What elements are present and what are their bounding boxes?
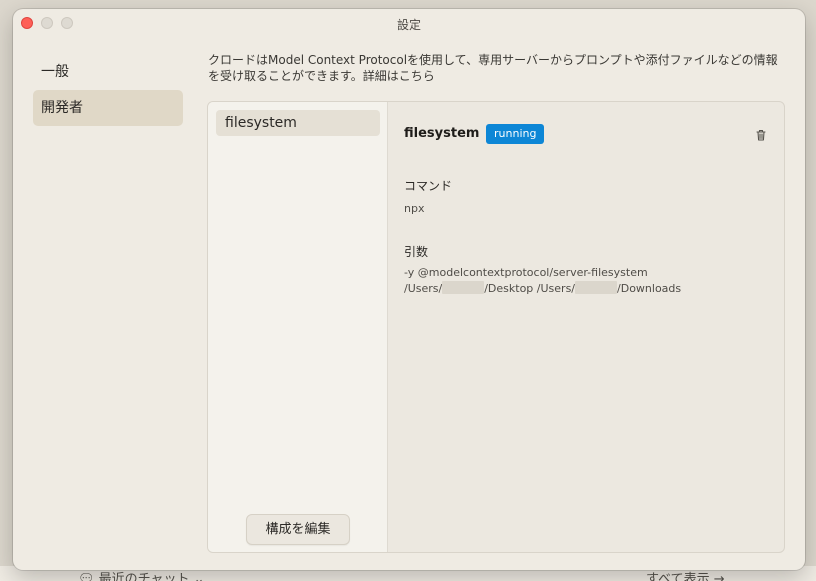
args-segment-3: /Downloads [617, 282, 682, 295]
mcp-servers-panel: filesystem 構成を編集 filesystem running コマンド… [207, 101, 785, 553]
window-title: 設定 [396, 18, 421, 32]
title-bar: 設定 [13, 9, 805, 37]
args-label: 引数 [404, 245, 429, 259]
command-value: npx [404, 202, 425, 215]
trash-icon[interactable] [754, 127, 768, 141]
args-value: -y @modelcontextprotocol/server-filesyst… [404, 265, 774, 297]
args-segment-1: /Users/ [404, 282, 443, 295]
args-line-1: -y @modelcontextprotocol/server-filesyst… [404, 266, 648, 279]
mcp-description: クロードはModel Context Protocolを使用して、専用サーバーか… [208, 53, 778, 83]
server-name: filesystem [404, 126, 480, 141]
sidebar-item-general[interactable]: 一般 [33, 54, 183, 90]
redacted-username [442, 281, 485, 294]
settings-window: 設定 一般 開発者 クロードはModel Context Protocolを使用… [13, 9, 805, 570]
command-label: コマンド [404, 179, 453, 193]
args-segment-2: /Desktop /Users/ [484, 282, 576, 295]
chevron-down-icon: ⌄ [193, 572, 205, 581]
chat-bubble-icon: 💬︎ [78, 572, 95, 581]
args-line-2: /Users/ /Desktop /Users/ /Downloads [404, 281, 774, 297]
server-detail: filesystem running コマンド npx 引数 -y @model… [388, 102, 784, 552]
settings-sidebar: 一般 開発者 [33, 54, 183, 126]
redacted-username [575, 281, 618, 294]
edit-config-button[interactable]: 構成を編集 [246, 514, 350, 545]
status-badge: running [486, 124, 545, 144]
server-item-filesystem[interactable]: filesystem [216, 110, 380, 136]
sidebar-item-developer[interactable]: 開発者 [33, 90, 183, 126]
server-list: filesystem 構成を編集 [208, 102, 388, 552]
